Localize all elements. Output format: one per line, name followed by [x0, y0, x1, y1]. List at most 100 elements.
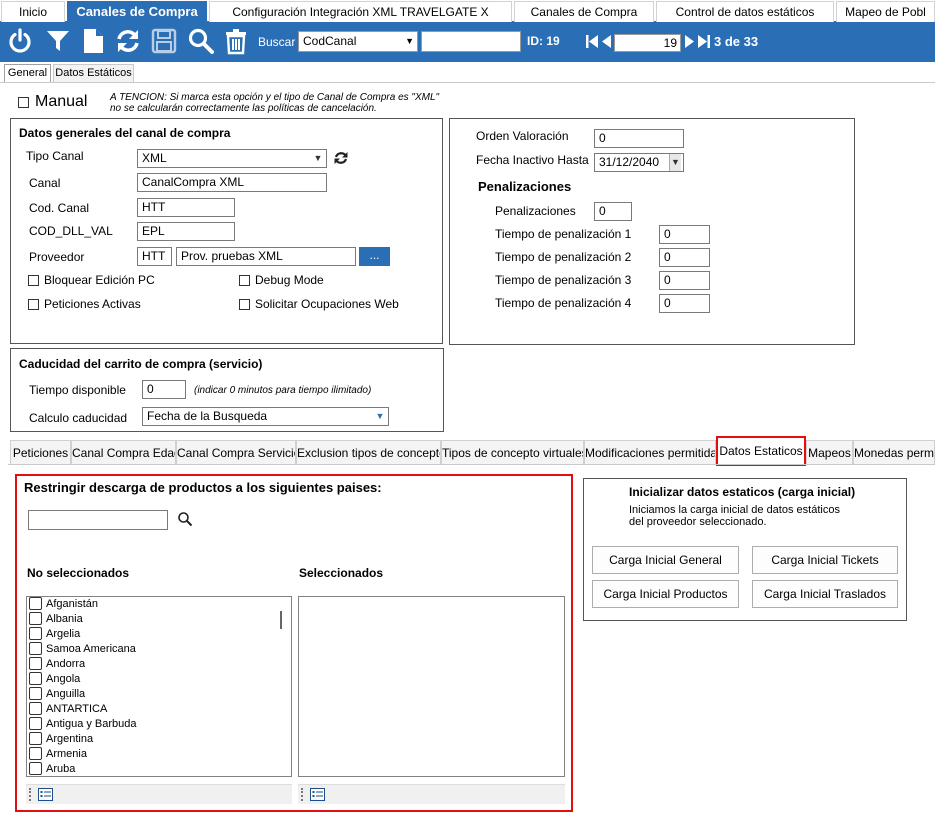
list-item[interactable]: Armenia: [29, 747, 87, 762]
list-item[interactable]: Aruba: [29, 762, 75, 776]
tab-tipos-concepto-virtuales[interactable]: Tipos de concepto virtuales: [441, 440, 584, 464]
list-item[interactable]: Andorra: [29, 657, 85, 672]
orden-valoracion-input[interactable]: 0: [594, 129, 684, 148]
list-view-icon[interactable]: [38, 788, 53, 801]
calendar-dropdown-icon[interactable]: ▼: [669, 154, 681, 171]
debug-mode-checkbox[interactable]: [239, 275, 250, 286]
peticiones-activas-checkbox[interactable]: [28, 299, 39, 310]
tiempo-penalizacion-3-input[interactable]: 0: [659, 271, 710, 290]
tab-canal-compra-servicio[interactable]: Canal Compra Servicio: [176, 440, 296, 464]
country-checkbox[interactable]: [29, 732, 42, 745]
cod-dll-val-input[interactable]: EPL: [137, 222, 235, 241]
country-checkbox[interactable]: [29, 687, 42, 700]
country-search-icon[interactable]: [177, 511, 193, 527]
restringir-paises-panel: Restringir descarga de productos a los s…: [15, 474, 573, 812]
tab-datos-estaticos[interactable]: Datos Estaticos: [716, 436, 806, 466]
search-input[interactable]: [421, 31, 521, 52]
tab-datos-estaticos-top[interactable]: Datos Estáticos: [53, 64, 134, 82]
last-record-icon[interactable]: [697, 33, 711, 50]
power-icon[interactable]: [6, 27, 34, 55]
list-item[interactable]: Albania: [29, 612, 83, 627]
tab-mapeo-poblaciones[interactable]: Mapeo de Pobl: [836, 1, 935, 22]
next-record-icon[interactable]: [684, 33, 696, 50]
calculo-caducidad-label: Calculo caducidad: [29, 411, 128, 425]
country-checkbox[interactable]: [29, 642, 42, 655]
carga-inicial-productos-button[interactable]: Carga Inicial Productos: [592, 580, 739, 608]
country-checkbox[interactable]: [29, 747, 42, 760]
list-view-icon[interactable]: [310, 788, 325, 801]
penalizaciones-input[interactable]: 0: [594, 202, 632, 221]
cod-dll-val-label: COD_DLL_VAL: [29, 224, 113, 238]
filter-icon[interactable]: [44, 27, 72, 55]
proveedor-code-input[interactable]: HTT: [137, 247, 172, 266]
tab-monedas-permitidas[interactable]: Monedas permiti: [853, 440, 935, 464]
calculo-caducidad-select[interactable]: Fecha de la Busqueda ▼: [142, 407, 389, 426]
country-search-input[interactable]: [28, 510, 168, 530]
proveedor-browse-button[interactable]: ...: [359, 247, 390, 266]
carga-inicial-general-button[interactable]: Carga Inicial General: [592, 546, 739, 574]
list-item[interactable]: Antigua y Barbuda: [29, 717, 137, 732]
tab-modificaciones-permitidas[interactable]: Modificaciones permitidas: [584, 440, 716, 464]
list-item[interactable]: Angola: [29, 672, 80, 687]
cod-canal-input[interactable]: HTT: [137, 198, 235, 217]
solicitar-ocupaciones-label: Solicitar Ocupaciones Web: [255, 297, 399, 311]
country-checkbox[interactable]: [29, 657, 42, 670]
tipo-canal-refresh-icon[interactable]: [333, 150, 349, 166]
tab-configuracion-travelgate[interactable]: Configuración Integración XML TRAVELGATE…: [209, 1, 512, 22]
country-checkbox[interactable]: [29, 702, 42, 715]
country-checkbox[interactable]: [29, 672, 42, 685]
tiempo-disponible-input[interactable]: 0: [142, 380, 186, 399]
first-record-icon[interactable]: [585, 33, 599, 50]
tab-general[interactable]: General: [4, 64, 51, 82]
canal-input[interactable]: CanalCompra XML: [137, 173, 327, 192]
penalizaciones-title: Penalizaciones: [478, 179, 572, 194]
proveedor-name-input[interactable]: Prov. pruebas XML: [176, 247, 356, 266]
delete-icon[interactable]: [222, 27, 250, 55]
search-icon[interactable]: [187, 27, 215, 55]
seleccionados-list[interactable]: [298, 596, 565, 777]
country-checkbox[interactable]: [29, 597, 42, 610]
no-seleccionados-list[interactable]: Afganistán Albania Argelia Samoa America…: [26, 596, 292, 777]
tab-mapeos[interactable]: Mapeos: [806, 440, 853, 464]
record-id: ID: 19: [527, 34, 560, 48]
list-item[interactable]: Afganistán: [29, 597, 98, 612]
country-checkbox[interactable]: [29, 762, 42, 775]
lower-tabs-divider: [8, 464, 935, 465]
bloquear-edicion-checkbox[interactable]: [28, 275, 39, 286]
fecha-inactivo-date-picker[interactable]: 31/12/2040 ▼: [594, 153, 684, 172]
tab-canal-compra-edad[interactable]: Canal Compra Edad: [71, 440, 176, 464]
list-scrollbar-thumb[interactable]: [280, 611, 282, 629]
tiempo-disponible-label: Tiempo disponible: [29, 383, 126, 397]
new-document-icon[interactable]: [79, 27, 107, 55]
tiempo-penalizacion-1-input[interactable]: 0: [659, 225, 710, 244]
tiempo-disponible-hint: (indicar 0 minutos para tiempo ilimitado…: [194, 385, 372, 396]
search-field-select[interactable]: CodCanal ▼: [298, 31, 418, 52]
tipo-canal-select[interactable]: XML ▼: [137, 149, 327, 168]
country-checkbox[interactable]: [29, 627, 42, 640]
list-item[interactable]: Argentina: [29, 732, 93, 747]
tab-control-datos-estaticos[interactable]: Control de datos estáticos: [656, 1, 834, 22]
solicitar-ocupaciones-checkbox[interactable]: [239, 299, 250, 310]
list-item[interactable]: Samoa Americana: [29, 642, 136, 657]
carga-inicial-traslados-button[interactable]: Carga Inicial Traslados: [752, 580, 898, 608]
tiempo-penalizacion-4-input[interactable]: 0: [659, 294, 710, 313]
carga-inicial-tickets-button[interactable]: Carga Inicial Tickets: [752, 546, 898, 574]
tab-peticiones[interactable]: Peticiones: [10, 440, 71, 464]
datos-generales-title: Datos generales del canal de compra: [19, 126, 231, 140]
manual-checkbox[interactable]: [18, 97, 29, 108]
save-icon[interactable]: [150, 27, 178, 55]
previous-record-icon[interactable]: [600, 33, 612, 50]
country-checkbox[interactable]: [29, 717, 42, 730]
country-checkbox[interactable]: [29, 612, 42, 625]
tab-exclusion-tipos-concepto[interactable]: Exclusion tipos de concepto: [296, 440, 441, 464]
tab-inicio[interactable]: Inicio: [1, 1, 65, 22]
tipo-canal-label: Tipo Canal: [26, 149, 84, 163]
list-item[interactable]: ANTARTICA: [29, 702, 107, 717]
tab-canales-de-compra-active[interactable]: Canales de Compra: [67, 1, 207, 22]
list-item[interactable]: Anguilla: [29, 687, 85, 702]
refresh-icon[interactable]: [114, 27, 142, 55]
record-number-input[interactable]: 19: [614, 34, 681, 52]
tab-canales-de-compra[interactable]: Canales de Compra: [514, 1, 654, 22]
tiempo-penalizacion-2-input[interactable]: 0: [659, 248, 710, 267]
list-item[interactable]: Argelia: [29, 627, 80, 642]
